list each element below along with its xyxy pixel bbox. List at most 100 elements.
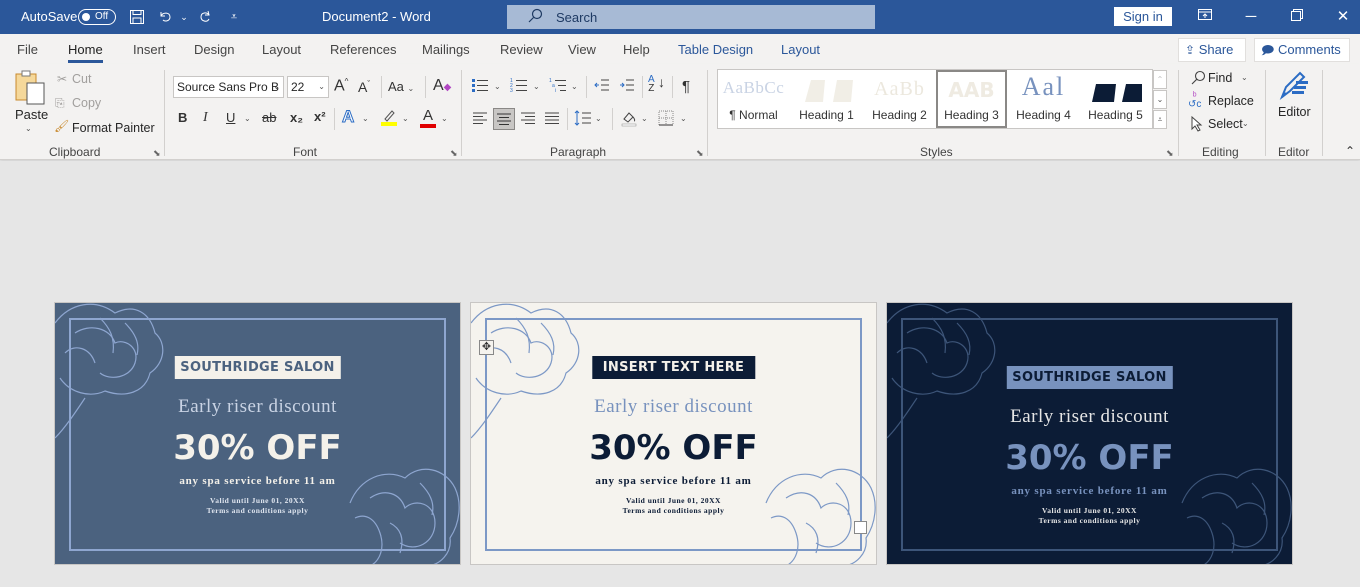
terms-text[interactable]: Terms and conditions apply [55,506,460,516]
gallery-more-icon[interactable]: ⩡ [1153,110,1167,129]
style-heading-3[interactable]: AAB Heading 3 [936,70,1007,128]
italic-button[interactable]: I [203,110,208,126]
paste-icon[interactable] [14,70,46,106]
change-case-button[interactable]: Aa ⌄ [388,79,414,94]
tab-insert[interactable]: Insert [133,42,166,57]
style-heading-4[interactable]: Aal Heading 4 [1008,70,1079,128]
close-icon[interactable]: ✕ [1332,6,1354,28]
search-box[interactable]: Search [507,5,875,29]
font-color-icon[interactable]: A [419,107,437,128]
editor-button[interactable]: Editor [1278,105,1311,119]
chevron-down-icon[interactable]: ⌄ [595,114,602,123]
tab-file[interactable]: File [17,42,38,57]
strikethrough-button[interactable]: ab [262,110,276,125]
chevron-down-icon[interactable]: ⌄ [402,114,409,123]
font-name-input[interactable]: Source Sans Pro B ⌄ [173,76,284,98]
chevron-down-icon[interactable]: ⌄ [362,114,369,123]
terms-text[interactable]: Terms and conditions apply [471,506,876,516]
clipboard-launcher-icon[interactable]: ⬊ [153,148,161,159]
discount-percent[interactable]: 30% OFF [55,428,460,468]
underline-button[interactable]: U [226,110,235,125]
replace-button[interactable]: Replace [1208,94,1254,108]
editor-pen-icon[interactable] [1278,69,1310,104]
tab-table-layout[interactable]: Layout [781,42,820,57]
cut-button[interactable]: Cut [72,72,91,86]
styles-launcher-icon[interactable]: ⬊ [1166,148,1174,159]
table-move-handle-icon[interactable]: ✥ [479,340,494,355]
terms-text[interactable]: Terms and conditions apply [887,516,1292,526]
valid-until-text[interactable]: Valid until June 01, 20XX [471,496,876,506]
valid-until-text[interactable]: Valid until June 01, 20XX [55,496,460,506]
discount-subtitle[interactable]: Early riser discount [471,396,876,418]
chevron-down-icon[interactable]: ⌄ [680,114,687,123]
salon-name-badge[interactable]: SOUTHRIDGE SALON [1006,366,1173,389]
bullets-icon[interactable] [471,77,489,96]
comments-button[interactable]: 🗩 Comments [1254,38,1350,62]
discount-subtitle[interactable]: Early riser discount [55,396,460,418]
style-heading-5[interactable]: Heading 5 [1080,70,1151,128]
style-normal[interactable]: AaBbCc ¶ Normal [718,70,789,128]
save-icon[interactable] [127,7,147,27]
underline-dropdown-icon[interactable]: ⌄ [244,114,251,123]
service-text[interactable]: any spa service before 11 am [55,475,460,487]
paragraph-launcher-icon[interactable]: ⬊ [696,148,704,159]
service-text[interactable]: any spa service before 11 am [887,485,1292,497]
valid-until-text[interactable]: Valid until June 01, 20XX [887,506,1292,516]
tab-help[interactable]: Help [623,42,650,57]
font-size-input[interactable]: 22 ⌄ [287,76,329,98]
coupon-card-navy[interactable]: SOUTHRIDGE SALON Early riser discount 30… [886,302,1293,565]
autosave-toggle[interactable]: Off [78,9,116,25]
grow-font-icon[interactable]: A^ [334,77,348,95]
bold-button[interactable]: B [178,110,187,125]
restore-icon[interactable] [1286,6,1308,28]
minimize-icon[interactable]: ─ [1240,6,1262,28]
coupon-card-cream[interactable]: ✥ INSERT TEXT HERE Early riser discount … [470,302,877,565]
ribbon-display-options-icon[interactable] [1194,6,1216,28]
customize-qat-icon[interactable]: ⩡ [224,7,244,27]
find-button[interactable]: Find [1208,71,1232,85]
discount-percent[interactable]: 30% OFF [887,438,1292,478]
chevron-down-icon[interactable]: ⌄ [494,82,501,91]
paste-dropdown-icon[interactable]: ⌄ [25,124,32,133]
insert-text-badge[interactable]: INSERT TEXT HERE [591,356,756,379]
chevron-down-icon[interactable]: ⌄ [1242,119,1249,128]
tab-mailings[interactable]: Mailings [422,42,470,57]
chevron-down-icon[interactable]: ⌄ [441,114,448,123]
undo-dropdown-icon[interactable]: ⌄ [174,7,194,27]
copy-button[interactable]: Copy [72,96,101,110]
style-heading-2[interactable]: AaBb Heading 2 [864,70,935,128]
line-spacing-icon[interactable] [574,110,592,129]
sign-in-button[interactable]: Sign in [1114,7,1172,26]
chevron-down-icon[interactable]: ⌄ [533,82,540,91]
superscript-button[interactable]: x² [314,109,326,124]
salon-name-badge[interactable]: SOUTHRIDGE SALON [174,356,341,379]
tab-table-design[interactable]: Table Design [678,42,753,57]
redo-icon[interactable] [195,7,215,27]
tab-view[interactable]: View [568,42,596,57]
tab-references[interactable]: References [330,42,396,57]
increase-indent-icon[interactable] [619,78,635,95]
clear-formatting-icon[interactable]: A◆ [433,77,451,95]
shrink-font-icon[interactable]: Aˇ [358,79,370,95]
table-resize-handle[interactable] [854,521,867,534]
tab-home[interactable]: Home [68,42,103,63]
multilevel-list-icon[interactable]: 1ai [549,77,567,96]
format-painter-button[interactable]: Format Painter [72,121,155,135]
shading-icon[interactable] [620,109,638,130]
justify-icon[interactable] [544,111,560,128]
tab-review[interactable]: Review [500,42,543,57]
undo-icon[interactable] [156,7,176,27]
subscript-button[interactable]: x₂ [290,110,303,125]
chevron-down-icon[interactable]: ⌄ [571,82,578,91]
paste-button[interactable]: Paste [15,107,48,122]
share-button[interactable]: ⇪ Share [1178,38,1246,62]
align-right-icon[interactable] [520,111,536,128]
sort-icon[interactable]: A Z ↓ [648,75,665,94]
tab-layout[interactable]: Layout [262,42,301,57]
style-heading-1[interactable]: Heading 1 [791,70,862,128]
select-button[interactable]: Select [1208,117,1243,131]
decrease-indent-icon[interactable] [594,78,610,95]
numbering-icon[interactable]: 123 [510,77,528,96]
collapse-ribbon-icon[interactable]: ⌃ [1345,144,1355,158]
font-launcher-icon[interactable]: ⬊ [450,148,458,159]
